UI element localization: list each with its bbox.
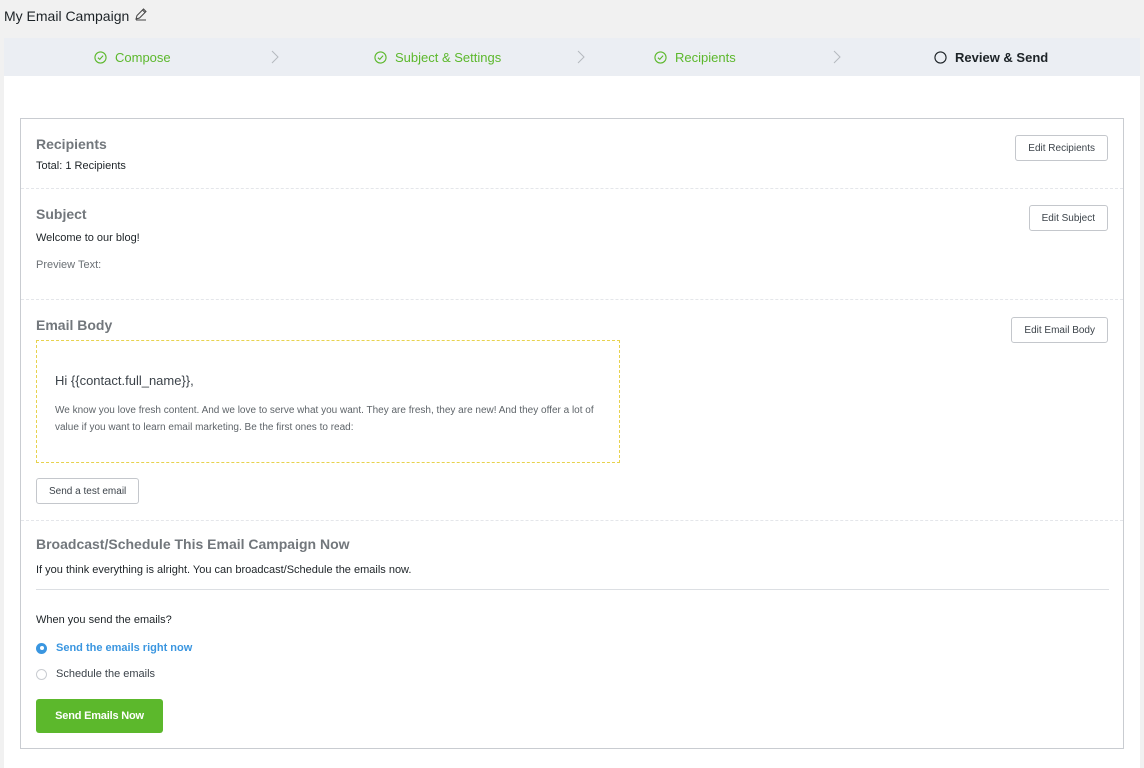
broadcast-description: If you think everything is alright. You … <box>36 564 412 576</box>
check-circle-icon <box>654 50 667 64</box>
pencil-icon[interactable] <box>134 7 148 24</box>
campaign-title-text: My Email Campaign <box>4 7 130 24</box>
check-circle-icon <box>374 50 387 64</box>
broadcast-title: Broadcast/Schedule This Email Campaign N… <box>36 536 350 552</box>
section-title: Subject <box>36 206 87 222</box>
step-label: Compose <box>115 49 171 65</box>
step-label: Subject & Settings <box>395 49 502 65</box>
chevron-right-icon <box>577 50 585 64</box>
step-subject-settings[interactable]: Subject & Settings <box>374 38 501 76</box>
email-preview: Hi {{contact.full_name}}, We know you lo… <box>36 340 620 463</box>
send-emails-now-button[interactable]: Send Emails Now <box>36 699 163 733</box>
review-card: Recipients Total: 1 Recipients Edit Reci… <box>20 118 1124 749</box>
send-test-email-button[interactable]: Send a test email <box>36 478 140 504</box>
email-body-text: We know you love fresh content. And we l… <box>55 405 594 433</box>
preview-text-label: Preview Text: <box>36 259 102 271</box>
progress-steps: Compose Subject & Settings Recipients Re… <box>4 38 1140 76</box>
step-compose[interactable]: Compose <box>94 38 171 76</box>
section-title: Recipients <box>36 136 107 152</box>
chevron-right-icon <box>833 50 841 64</box>
step-label: Recipients <box>675 49 736 65</box>
step-review-send[interactable]: Review & Send <box>934 38 1048 76</box>
radio-label: Schedule the emails <box>56 668 156 680</box>
email-body-section: Email Body Edit Email Body Hi {{contact.… <box>21 300 1123 521</box>
check-circle-icon <box>94 50 107 64</box>
campaign-title: My Email Campaign <box>4 7 148 24</box>
chevron-right-icon <box>271 50 279 64</box>
radio-button-selected[interactable] <box>36 642 47 654</box>
radio-button[interactable] <box>36 668 47 680</box>
circle-icon <box>934 50 947 64</box>
email-greeting: Hi {{contact.full_name}}, <box>55 373 194 388</box>
divider <box>36 589 1109 590</box>
step-label: Review & Send <box>955 49 1049 65</box>
edit-email-body-button[interactable]: Edit Email Body <box>1011 317 1108 343</box>
radio-label: Send the emails right now <box>56 642 193 654</box>
send-timing-question: When you send the emails? <box>36 614 172 626</box>
recipients-section: Recipients Total: 1 Recipients Edit Reci… <box>21 119 1123 189</box>
radio-schedule[interactable]: Schedule the emails <box>36 668 155 680</box>
subject-value: Welcome to our blog! <box>36 232 140 244</box>
section-title: Email Body <box>36 317 113 333</box>
edit-recipients-button[interactable]: Edit Recipients <box>1015 135 1108 161</box>
subject-section: Subject Welcome to our blog! Preview Tex… <box>21 189 1123 300</box>
recipients-total: Total: 1 Recipients <box>36 160 126 172</box>
radio-send-now[interactable]: Send the emails right now <box>36 642 192 654</box>
step-recipients[interactable]: Recipients <box>654 38 736 76</box>
edit-subject-button[interactable]: Edit Subject <box>1028 205 1108 231</box>
